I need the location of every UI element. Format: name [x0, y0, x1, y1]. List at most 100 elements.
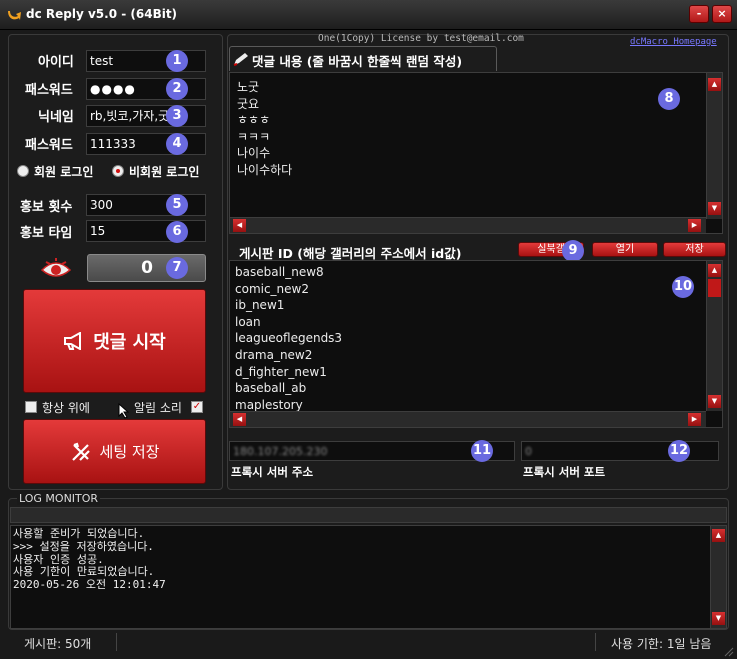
log-line: 2020-05-26 오전 12:01:47	[13, 578, 166, 592]
comment-vscrollbar[interactable]: ▲ ▼	[706, 73, 722, 219]
save-settings-button[interactable]: 세팅 저장	[23, 419, 206, 484]
promo-time-input[interactable]: 15	[86, 220, 206, 242]
window-title: dc Reply v5.0 - (64Bit)	[26, 7, 178, 21]
board-item[interactable]: leagueoflegends3	[235, 330, 342, 347]
scroll-down-arrow-icon[interactable]: ▼	[712, 612, 725, 625]
scroll-up-arrow-icon[interactable]: ▲	[708, 264, 721, 277]
scroll-down-arrow-icon[interactable]: ▼	[708, 202, 721, 215]
guest-login-label: 비회원 로그인	[129, 165, 200, 179]
start-comment-button[interactable]: 댓글 시작	[23, 289, 206, 393]
homepage-link[interactable]: dcMacro Homepage	[630, 37, 717, 47]
badge-6: 6	[166, 221, 188, 243]
badge-7: 7	[166, 257, 188, 279]
guest-password-label: 패스워드	[25, 138, 73, 153]
member-login-label: 회원 로그인	[34, 165, 94, 179]
board-items: baseball_new8 comic_new2 ib_new1 loan le…	[235, 264, 342, 413]
board-item[interactable]: loan	[235, 314, 342, 331]
board-item[interactable]: baseball_new8	[235, 264, 342, 281]
comment-line: 노굿	[237, 80, 260, 94]
proxy-address-value: 180.107.205.230	[233, 445, 328, 458]
password-label: 패스워드	[25, 83, 73, 98]
scroll-left-arrow-icon[interactable]: ◀	[233, 413, 246, 426]
scroll-down-arrow-icon[interactable]: ▼	[708, 395, 721, 408]
guest-login-radio[interactable]	[112, 165, 124, 177]
board-item[interactable]: ib_new1	[235, 297, 342, 314]
app-logo-icon	[8, 11, 21, 20]
mouse-cursor-icon	[118, 403, 130, 419]
status-divider	[116, 633, 117, 651]
tools-icon	[71, 442, 90, 461]
scroll-up-arrow-icon[interactable]: ▲	[708, 78, 721, 91]
scroll-up-arrow-icon[interactable]: ▲	[712, 529, 725, 542]
badge-10: 10	[672, 276, 694, 298]
comment-line: 나이수	[237, 146, 271, 161]
comment-line: 굿요	[237, 96, 260, 111]
eye-icon	[40, 258, 72, 277]
board-count-status: 게시판: 50개	[24, 637, 92, 651]
alarm-sound-checkbox[interactable]: ✓	[191, 401, 203, 413]
scroll-left-arrow-icon[interactable]: ◀	[233, 219, 246, 232]
log-vscrollbar[interactable]: ▲ ▼	[710, 526, 726, 628]
badge-2: 2	[166, 78, 188, 100]
comment-line: 나이수하다	[237, 162, 293, 177]
member-login-radio[interactable]	[17, 165, 29, 177]
always-on-top-checkbox[interactable]	[25, 401, 37, 413]
log-monitor-title: LOG MONITOR	[17, 492, 101, 505]
license-text: One(1Copy) License by test@email.com	[318, 33, 524, 44]
log-line: 사용할 준비가 되었습니다.	[13, 527, 145, 540]
open-button[interactable]: 열기	[592, 242, 658, 257]
badge-12: 12	[668, 440, 690, 462]
board-item[interactable]: baseball_ab	[235, 380, 342, 397]
scroll-right-arrow-icon[interactable]: ▶	[688, 219, 701, 232]
badge-4: 4	[166, 133, 188, 155]
comment-lines: 노굿 굿요 ㅎㅎㅎ ㅋㅋㅋ 나이수 나이수하다	[237, 79, 292, 179]
scroll-thumb[interactable]	[708, 279, 721, 297]
promo-count-input[interactable]: 300	[86, 194, 206, 216]
badge-5: 5	[166, 194, 188, 216]
proxy-port-value: 0	[525, 445, 532, 458]
badge-9: 9	[562, 240, 584, 262]
expiry-status: 사용 기한: 1일 남음	[611, 637, 712, 651]
board-item[interactable]: d_fighter_new1	[235, 364, 342, 381]
proxy-port-label: 프록시 서버 포트	[523, 465, 606, 479]
start-comment-label: 댓글 시작	[93, 332, 166, 353]
comment-textarea[interactable]: 노굿 굿요 ㅎㅎㅎ ㅋㅋㅋ 나이수 나이수하다 ▲ ▼ ◀ ▶	[229, 72, 723, 234]
guest-password-input[interactable]: 111333	[86, 133, 206, 155]
badge-11: 11	[471, 440, 493, 462]
board-item[interactable]: drama_new2	[235, 347, 342, 364]
pen-icon	[233, 53, 248, 66]
board-vscrollbar[interactable]: ▲ ▼	[706, 261, 722, 411]
nickname-input[interactable]: rb,빗코,가자,굿,존	[86, 105, 206, 127]
comment-line: ㅋㅋㅋ	[237, 129, 271, 144]
megaphone-icon	[64, 332, 82, 350]
promo-count-label: 홍보 횟수	[20, 200, 73, 215]
promo-time-label: 홍보 타임	[20, 226, 73, 241]
always-on-top-label: 항상 위에	[42, 401, 90, 415]
badge-3: 3	[166, 105, 188, 127]
board-id-list[interactable]: baseball_new8 comic_new2 ib_new1 loan le…	[229, 260, 723, 428]
password-input[interactable]: ●●●●	[86, 78, 206, 100]
log-header-bar	[10, 507, 727, 523]
badge-1: 1	[166, 50, 188, 72]
log-textarea[interactable]: 사용할 준비가 되었습니다. >>> 설정을 저장하였습니다. 사용자 인증 성…	[10, 525, 727, 629]
status-divider	[595, 633, 596, 651]
proxy-address-label: 프록시 서버 주소	[231, 465, 314, 479]
log-lines: 사용할 준비가 되었습니다. >>> 설정을 저장하였습니다. 사용자 인증 성…	[13, 527, 166, 592]
save-settings-label: 세팅 저장	[99, 443, 160, 461]
close-button[interactable]: ×	[712, 5, 732, 23]
scroll-right-arrow-icon[interactable]: ▶	[688, 413, 701, 426]
board-hscrollbar[interactable]: ◀ ▶	[230, 411, 706, 427]
badge-8: 8	[658, 88, 680, 110]
comment-tab-label: 댓글 내용 (줄 바꿈시 한줄씩 랜덤 작성)	[252, 54, 463, 69]
comment-hscrollbar[interactable]: ◀ ▶	[230, 217, 706, 233]
board-item[interactable]: comic_new2	[235, 281, 342, 298]
id-label: 아이디	[38, 55, 74, 70]
comment-line: ㅎㅎㅎ	[237, 113, 271, 128]
log-line: >>> 설정을 저장하였습니다.	[13, 539, 154, 553]
nickname-label: 닉네임	[38, 110, 74, 125]
resize-grip-icon[interactable]	[722, 645, 734, 657]
save-button[interactable]: 저장	[663, 242, 726, 257]
minimize-button[interactable]: -	[689, 5, 709, 23]
promo-counter: 0	[87, 254, 206, 282]
id-input[interactable]: test	[86, 50, 206, 72]
